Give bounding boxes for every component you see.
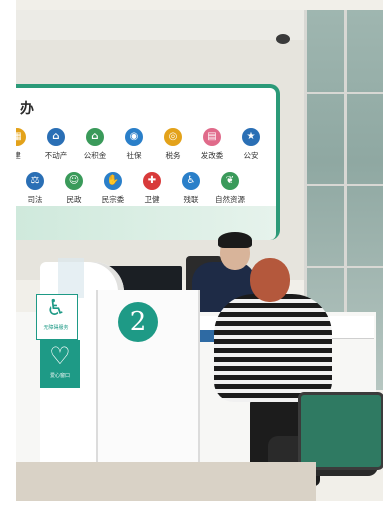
security-camera bbox=[276, 34, 290, 44]
wheelchair-icon: ♿ bbox=[46, 296, 66, 321]
people-icon: ☺ bbox=[65, 172, 83, 190]
doc-icon: ▤ bbox=[203, 128, 221, 146]
handshake-icon: ✋ bbox=[104, 172, 122, 190]
house-icon: ⌂ bbox=[47, 128, 65, 146]
accessible-service-label: 无障碍服务 bbox=[43, 325, 69, 331]
waiting-chair-back bbox=[298, 392, 384, 470]
floor bbox=[16, 462, 316, 502]
home-icon: ⌂ bbox=[86, 128, 104, 146]
caring-window-label: 爱心窗口 bbox=[49, 373, 70, 379]
glass-mullion bbox=[304, 184, 384, 186]
service-label: 公安 bbox=[243, 151, 259, 160]
leaf-icon: ❦ bbox=[221, 172, 239, 190]
wheelchair-icon: ♿ bbox=[182, 172, 200, 190]
scales-icon: ⚖ bbox=[26, 172, 44, 190]
service-label: 自然资源 bbox=[215, 195, 245, 204]
service-item-6: ❦ 自然资源 bbox=[207, 172, 253, 205]
left-border bbox=[0, 0, 16, 509]
customer-body-striped-shirt bbox=[214, 294, 332, 402]
staff-person-hair bbox=[218, 232, 252, 248]
eye-icon: ◎ bbox=[164, 128, 182, 146]
partition-glass bbox=[58, 258, 84, 298]
cross-icon: ✚ bbox=[143, 172, 161, 190]
heart-icon: ♡ bbox=[49, 342, 71, 370]
sign-title: 办 bbox=[20, 101, 34, 117]
ceiling bbox=[16, 10, 316, 40]
badge-icon: ★ bbox=[242, 128, 260, 146]
bottom-border bbox=[0, 501, 389, 509]
right-border bbox=[383, 0, 389, 509]
customer-head bbox=[250, 258, 290, 302]
service-sign-board: 办 ▦ 建 ⌂ 不动产 ⌂ 公积金 ◉ 社保 ◎ 税务 ▤ 发改委 ★ 公安 ⚖ 司法 ☺ 民政 ✋ 民宗委 ✚ 卫健 ♿… bbox=[8, 84, 280, 240]
shield-icon: ◉ bbox=[125, 128, 143, 146]
service-item-7: ★ 公安 bbox=[228, 128, 274, 161]
counter-number-badge: 2 bbox=[118, 302, 158, 342]
glass-mullion bbox=[304, 266, 384, 268]
glass-mullion bbox=[304, 92, 384, 94]
